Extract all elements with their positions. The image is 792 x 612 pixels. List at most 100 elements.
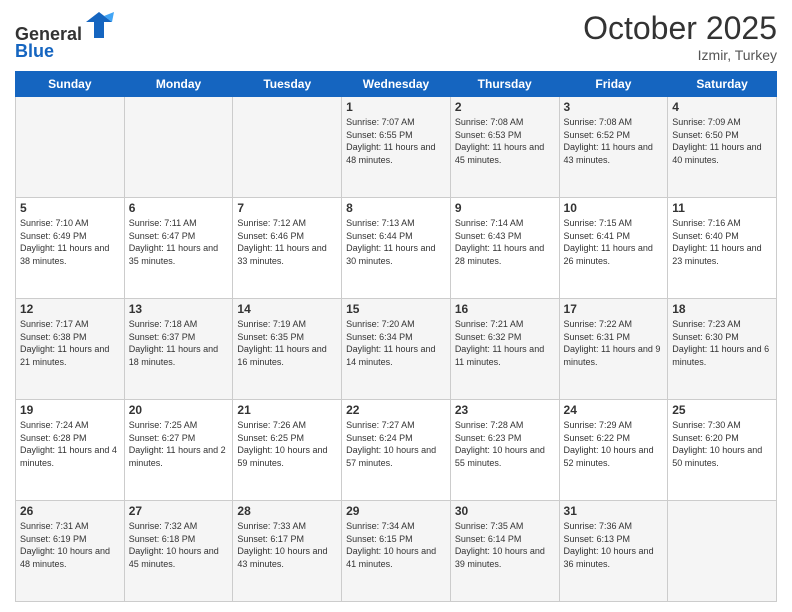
title-area: October 2025 Izmir, Turkey (583, 10, 777, 63)
day-info: Sunrise: 7:08 AM Sunset: 6:52 PM Dayligh… (564, 116, 664, 166)
day-info: Sunrise: 7:10 AM Sunset: 6:49 PM Dayligh… (20, 217, 120, 267)
day-info: Sunrise: 7:30 AM Sunset: 6:20 PM Dayligh… (672, 419, 772, 469)
day-info: Sunrise: 7:15 AM Sunset: 6:41 PM Dayligh… (564, 217, 664, 267)
calendar-cell: 23 Sunrise: 7:28 AM Sunset: 6:23 PM Dayli… (450, 400, 559, 501)
day-number: 22 (346, 403, 446, 417)
day-number: 6 (129, 201, 229, 215)
calendar-cell: 3 Sunrise: 7:08 AM Sunset: 6:52 PM Daylig… (559, 97, 668, 198)
calendar-cell: 7 Sunrise: 7:12 AM Sunset: 6:46 PM Daylig… (233, 198, 342, 299)
calendar-cell: 22 Sunrise: 7:27 AM Sunset: 6:24 PM Dayli… (342, 400, 451, 501)
calendar-cell: 15Sunrise: 7:20 AM Sunset: 6:34 PM Dayli… (342, 299, 451, 400)
day-info: Sunrise: 7:19 AM Sunset: 6:35 PM Dayligh… (237, 318, 337, 368)
calendar-cell: 5Sunrise: 7:10 AM Sunset: 6:49 PM Daylig… (16, 198, 125, 299)
calendar-cell: 6 Sunrise: 7:11 AM Sunset: 6:47 PM Daylig… (124, 198, 233, 299)
day-number: 26 (20, 504, 120, 518)
calendar-cell: 29 Sunrise: 7:34 AM Sunset: 6:15 PM Dayli… (342, 501, 451, 602)
day-info: Sunrise: 7:18 AM Sunset: 6:37 PM Dayligh… (129, 318, 229, 368)
day-info: Sunrise: 7:13 AM Sunset: 6:44 PM Dayligh… (346, 217, 446, 267)
day-info: Sunrise: 7:32 AM Sunset: 6:18 PM Dayligh… (129, 520, 229, 570)
calendar-cell: 28 Sunrise: 7:33 AM Sunset: 6:17 PM Dayli… (233, 501, 342, 602)
calendar-cell: 26 Sunrise: 7:31 AM Sunset: 6:19 PM Dayli… (16, 501, 125, 602)
calendar-cell: 25 Sunrise: 7:30 AM Sunset: 6:20 PM Dayli… (668, 400, 777, 501)
calendar-cell: 30 Sunrise: 7:35 AM Sunset: 6:14 PM Dayli… (450, 501, 559, 602)
day-number: 9 (455, 201, 555, 215)
day-number: 30 (455, 504, 555, 518)
location: Izmir, Turkey (583, 47, 777, 63)
day-info: Sunrise: 7:27 AM Sunset: 6:24 PM Dayligh… (346, 419, 446, 469)
calendar-cell: 14 Sunrise: 7:19 AM Sunset: 6:35 PM Dayli… (233, 299, 342, 400)
day-number: 19 (20, 403, 120, 417)
day-number: 21 (237, 403, 337, 417)
day-info: Sunrise: 7:11 AM Sunset: 6:47 PM Dayligh… (129, 217, 229, 267)
calendar-cell: 11Sunrise: 7:16 AM Sunset: 6:40 PM Dayli… (668, 198, 777, 299)
calendar-cell (233, 97, 342, 198)
day-number: 25 (672, 403, 772, 417)
calendar-table: Sunday Monday Tuesday Wednesday Thursday… (15, 71, 777, 602)
calendar-week-2: 5Sunrise: 7:10 AM Sunset: 6:49 PM Daylig… (16, 198, 777, 299)
day-number: 28 (237, 504, 337, 518)
day-info: Sunrise: 7:29 AM Sunset: 6:22 PM Dayligh… (564, 419, 664, 469)
day-number: 16 (455, 302, 555, 316)
day-info: Sunrise: 7:22 AM Sunset: 6:31 PM Dayligh… (564, 318, 664, 368)
day-number: 12 (20, 302, 120, 316)
day-info: Sunrise: 7:24 AM Sunset: 6:28 PM Dayligh… (20, 419, 120, 469)
day-info: Sunrise: 7:28 AM Sunset: 6:23 PM Dayligh… (455, 419, 555, 469)
calendar-cell: 1Sunrise: 7:07 AM Sunset: 6:55 PM Daylig… (342, 97, 451, 198)
day-info: Sunrise: 7:33 AM Sunset: 6:17 PM Dayligh… (237, 520, 337, 570)
calendar-cell: 2Sunrise: 7:08 AM Sunset: 6:53 PM Daylig… (450, 97, 559, 198)
calendar-cell: 31 Sunrise: 7:36 AM Sunset: 6:13 PM Dayli… (559, 501, 668, 602)
header-friday: Friday (559, 72, 668, 97)
calendar-cell: 9Sunrise: 7:14 AM Sunset: 6:43 PM Daylig… (450, 198, 559, 299)
calendar-cell: 16 Sunrise: 7:21 AM Sunset: 6:32 PM Dayli… (450, 299, 559, 400)
day-info: Sunrise: 7:34 AM Sunset: 6:15 PM Dayligh… (346, 520, 446, 570)
calendar-cell: 19 Sunrise: 7:24 AM Sunset: 6:28 PM Dayli… (16, 400, 125, 501)
calendar-cell: 4 Sunrise: 7:09 AM Sunset: 6:50 PM Daylig… (668, 97, 777, 198)
day-info: Sunrise: 7:12 AM Sunset: 6:46 PM Dayligh… (237, 217, 337, 267)
weekday-header-row: Sunday Monday Tuesday Wednesday Thursday… (16, 72, 777, 97)
calendar-week-5: 26 Sunrise: 7:31 AM Sunset: 6:19 PM Dayli… (16, 501, 777, 602)
calendar-cell: 27Sunrise: 7:32 AM Sunset: 6:18 PM Dayli… (124, 501, 233, 602)
day-number: 8 (346, 201, 446, 215)
day-number: 29 (346, 504, 446, 518)
logo: General Blue (15, 10, 114, 62)
day-info: Sunrise: 7:20 AM Sunset: 6:34 PM Dayligh… (346, 318, 446, 368)
day-info: Sunrise: 7:21 AM Sunset: 6:32 PM Dayligh… (455, 318, 555, 368)
header-sunday: Sunday (16, 72, 125, 97)
day-number: 14 (237, 302, 337, 316)
calendar-cell: 17 Sunrise: 7:22 AM Sunset: 6:31 PM Dayli… (559, 299, 668, 400)
calendar-cell: 24 Sunrise: 7:29 AM Sunset: 6:22 PM Dayli… (559, 400, 668, 501)
day-number: 4 (672, 100, 772, 114)
day-info: Sunrise: 7:23 AM Sunset: 6:30 PM Dayligh… (672, 318, 772, 368)
day-info: Sunrise: 7:31 AM Sunset: 6:19 PM Dayligh… (20, 520, 120, 570)
day-info: Sunrise: 7:07 AM Sunset: 6:55 PM Dayligh… (346, 116, 446, 166)
day-info: Sunrise: 7:26 AM Sunset: 6:25 PM Dayligh… (237, 419, 337, 469)
day-number: 17 (564, 302, 664, 316)
header-wednesday: Wednesday (342, 72, 451, 97)
day-info: Sunrise: 7:36 AM Sunset: 6:13 PM Dayligh… (564, 520, 664, 570)
day-number: 24 (564, 403, 664, 417)
header-thursday: Thursday (450, 72, 559, 97)
calendar-cell: 18Sunrise: 7:23 AM Sunset: 6:30 PM Dayli… (668, 299, 777, 400)
day-number: 2 (455, 100, 555, 114)
day-number: 7 (237, 201, 337, 215)
day-number: 31 (564, 504, 664, 518)
calendar-cell (668, 501, 777, 602)
calendar-cell: 13 Sunrise: 7:18 AM Sunset: 6:37 PM Dayli… (124, 299, 233, 400)
day-number: 20 (129, 403, 229, 417)
day-info: Sunrise: 7:09 AM Sunset: 6:50 PM Dayligh… (672, 116, 772, 166)
calendar-cell: 21 Sunrise: 7:26 AM Sunset: 6:25 PM Dayli… (233, 400, 342, 501)
day-info: Sunrise: 7:17 AM Sunset: 6:38 PM Dayligh… (20, 318, 120, 368)
day-info: Sunrise: 7:35 AM Sunset: 6:14 PM Dayligh… (455, 520, 555, 570)
calendar-week-4: 19 Sunrise: 7:24 AM Sunset: 6:28 PM Dayli… (16, 400, 777, 501)
calendar-cell: 10Sunrise: 7:15 AM Sunset: 6:41 PM Dayli… (559, 198, 668, 299)
day-number: 3 (564, 100, 664, 114)
month-title: October 2025 (583, 10, 777, 47)
day-number: 23 (455, 403, 555, 417)
header-monday: Monday (124, 72, 233, 97)
logo-bird-icon (84, 10, 114, 40)
calendar-cell (16, 97, 125, 198)
day-number: 13 (129, 302, 229, 316)
header: General Blue October 2025 Izmir, Turkey (15, 10, 777, 63)
calendar-cell: 8 Sunrise: 7:13 AM Sunset: 6:44 PM Daylig… (342, 198, 451, 299)
header-saturday: Saturday (668, 72, 777, 97)
